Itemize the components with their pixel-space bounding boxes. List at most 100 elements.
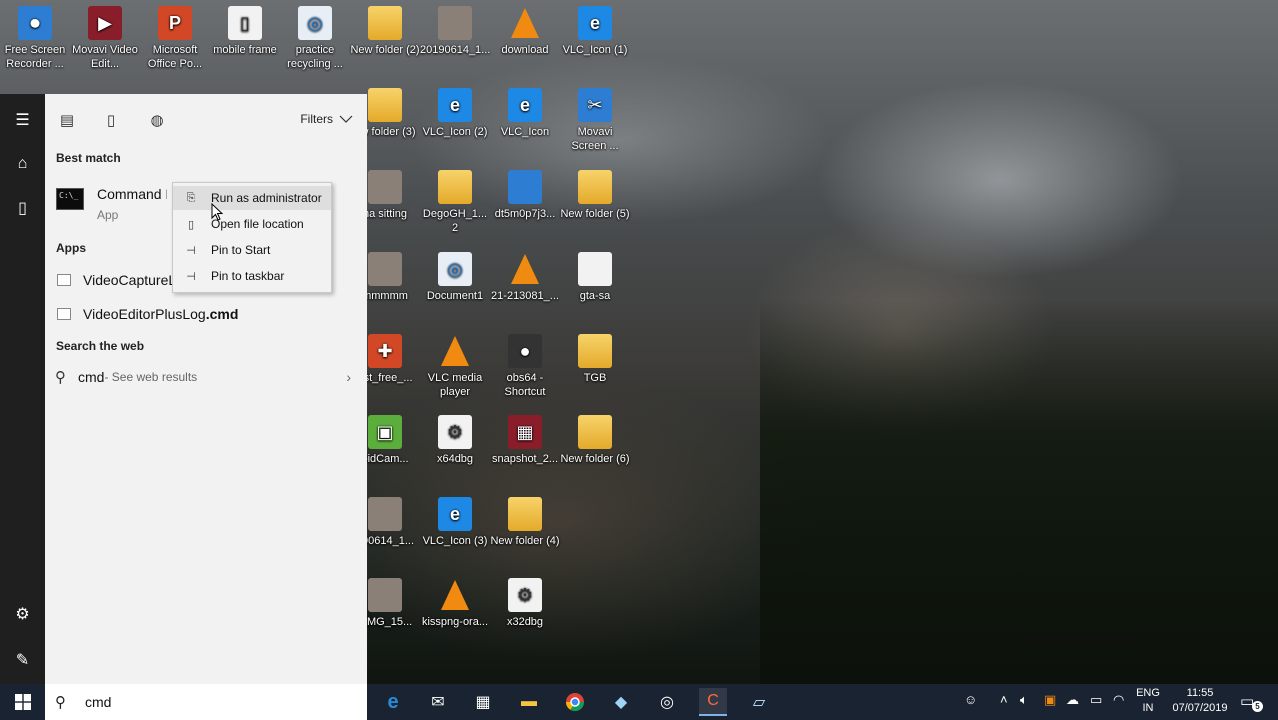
desktop-icon-label: 20190614_1...: [420, 44, 491, 56]
documents-filter-icon[interactable]: ▯: [101, 110, 121, 130]
desktop-icon-image: ✂: [578, 88, 612, 122]
desktop-icon-image: [368, 170, 402, 204]
desktop-icon[interactable]: ▦ snapshot_2...: [490, 415, 560, 466]
desktop-icon[interactable]: ⚙ x64dbg: [420, 415, 490, 466]
movavi-taskbar-icon[interactable]: C: [699, 688, 727, 716]
desktop-icon-label: gta-sa: [579, 290, 611, 302]
wifi-icon[interactable]: ◠: [1113, 692, 1124, 708]
desktop-icon-image: ⚙: [438, 415, 472, 449]
desktop-icon-image: [578, 252, 612, 286]
desktop-icon[interactable]: ▯ mobile frame: [210, 6, 280, 57]
web-filter-icon[interactable]: ◍: [147, 110, 167, 130]
desktop-icon[interactable]: DegoGH_1... 2: [420, 170, 490, 235]
desktop-icon[interactable]: e VLC_Icon (2): [420, 88, 490, 139]
wallpaper-forest: [760, 300, 1278, 684]
region-code: IN: [1142, 702, 1154, 714]
desktop-icon[interactable]: ▶ Movavi Video Edit...: [70, 6, 140, 71]
settings-gear-icon[interactable]: ⚙: [0, 594, 45, 634]
taskbar-search-box[interactable]: ⚲: [45, 684, 367, 720]
desktop-icon[interactable]: 21-213081_...: [490, 252, 560, 303]
desktop-icon-image: e: [438, 88, 472, 122]
desktop-icon-image: ⚙: [508, 578, 542, 612]
chrome-icon[interactable]: [561, 688, 589, 716]
clock[interactable]: 11:55 07/07/2019: [1170, 686, 1230, 716]
desktop-icon[interactable]: TGB: [560, 334, 630, 385]
volume-icon[interactable]: 🔈︎: [1020, 692, 1028, 708]
app-result-label: VideoEditorPlusLog.cmd: [83, 306, 239, 322]
shield-run-icon: ⎘: [186, 191, 196, 204]
desktop-icon-label: DegoGH_1... 2: [422, 208, 488, 234]
desktop-icon[interactable]: gta-sa: [560, 252, 630, 303]
desktop-icon-image: e: [508, 88, 542, 122]
menu-item-open-file-location[interactable]: ▯ Open file location: [173, 212, 331, 236]
desktop-icon-label: VLC media player: [427, 372, 483, 398]
desktop-icon-image: ◎: [438, 252, 472, 286]
apps-filter-icon[interactable]: ▤: [57, 110, 77, 130]
desktop-icon[interactable]: e VLC_Icon (1): [560, 6, 630, 57]
chevron-up-icon[interactable]: ˄: [1000, 692, 1008, 707]
desktop-icon[interactable]: New folder (4): [490, 497, 560, 548]
desktop-icon-image: [438, 334, 472, 368]
search-icon: ⚲: [55, 694, 66, 711]
desktop-icon[interactable]: ● obs64 - Shortcut: [490, 334, 560, 399]
feedback-icon[interactable]: ✎: [0, 640, 45, 680]
desktop-icon[interactable]: ◎ Document1: [420, 252, 490, 303]
apps-heading: Apps: [56, 241, 86, 255]
desktop-icon[interactable]: ✂ Movavi Screen ...: [560, 88, 630, 153]
desktop-icon[interactable]: VLC media player: [420, 334, 490, 399]
hamburger-menu-icon[interactable]: ☰: [0, 100, 45, 140]
people-icon[interactable]: ☺: [964, 692, 977, 707]
desktop-icon[interactable]: ⏺ Free Screen Recorder ...: [0, 6, 70, 71]
filters-dropdown[interactable]: Filters: [300, 112, 353, 126]
notepad-taskbar-icon[interactable]: ▱: [745, 688, 773, 716]
clock-time: 11:55: [1186, 687, 1214, 699]
desktop-icon-image: [508, 170, 542, 204]
menu-item-label: Pin to Start: [211, 243, 271, 257]
desktop-icon[interactable]: New folder (5): [560, 170, 630, 221]
menu-item-pin-to-taskbar[interactable]: ⊣ Pin to taskbar: [173, 264, 331, 288]
search-input[interactable]: [85, 694, 345, 710]
menu-item-label: Run as administrator: [211, 191, 322, 205]
menu-item-label: Pin to taskbar: [211, 269, 285, 283]
desktop-icon[interactable]: P Microsoft Office Po...: [140, 6, 210, 71]
desktop-icon[interactable]: ◎ practice recycling ...: [280, 6, 350, 71]
desktop-icon-label: Microsoft Office Po...: [147, 44, 203, 70]
battery-icon[interactable]: ▭: [1090, 692, 1102, 708]
desktop-icon[interactable]: ⚙ x32dbg: [490, 578, 560, 629]
web-search-result[interactable]: ⚲ cmd - See web results ›: [45, 362, 367, 392]
pin-icon: ⊣: [186, 270, 196, 283]
file-explorer-icon[interactable]: ▬: [515, 688, 543, 716]
desktop-icon[interactable]: New folder (6): [560, 415, 630, 466]
desktop-icon-image: e: [438, 497, 472, 531]
context-menu: ⎘ Run as administrator ▯ Open file locat…: [172, 182, 332, 293]
menu-item-run-as-administrator[interactable]: ⎘ Run as administrator: [173, 186, 331, 210]
desktop-icon[interactable]: e VLC_Icon: [490, 88, 560, 139]
onedrive-icon[interactable]: ☁: [1066, 692, 1079, 708]
screen-recorder-icon[interactable]: ◆: [607, 688, 635, 716]
desktop-icon-label: VLC_Icon (2): [422, 126, 488, 138]
tray-app-icon[interactable]: ▣: [1044, 692, 1056, 708]
input-language-indicator[interactable]: ENG IN: [1134, 686, 1162, 716]
desktop-icon-label: x32dbg: [506, 616, 544, 628]
desktop-icon-image: [578, 170, 612, 204]
obs-icon[interactable]: ◎: [653, 688, 681, 716]
desktop-icon-image: ⏺: [18, 6, 52, 40]
menu-item-pin-to-start[interactable]: ⊣ Pin to Start: [173, 238, 331, 262]
desktop-icon[interactable]: New folder (2): [350, 6, 420, 57]
home-icon[interactable]: ⌂: [0, 144, 45, 184]
desktop-icon[interactable]: dt5m0p7j3...: [490, 170, 560, 221]
mail-icon[interactable]: ✉: [424, 688, 452, 716]
app-result-videoeditorpluslog[interactable]: VideoEditorPlusLog.cmd: [45, 299, 367, 329]
action-center-button[interactable]: ▭ 5: [1240, 692, 1263, 712]
desktop-icon[interactable]: download: [490, 6, 560, 57]
edge-browser-icon[interactable]: e: [379, 688, 407, 716]
desktop-icon[interactable]: 20190614_1...: [420, 6, 490, 57]
desktop-icon-image: ✚: [368, 334, 402, 368]
desktop-icon[interactable]: e VLC_Icon (3): [420, 497, 490, 548]
desktop-icon[interactable]: kisspng-ora...: [420, 578, 490, 629]
cmd-file-icon: [57, 274, 71, 286]
desktop-icon-label: Document1: [426, 290, 484, 302]
windows-start-button[interactable]: [0, 684, 45, 720]
device-icon[interactable]: ▯: [0, 188, 45, 228]
store-icon[interactable]: ▦: [469, 688, 497, 716]
